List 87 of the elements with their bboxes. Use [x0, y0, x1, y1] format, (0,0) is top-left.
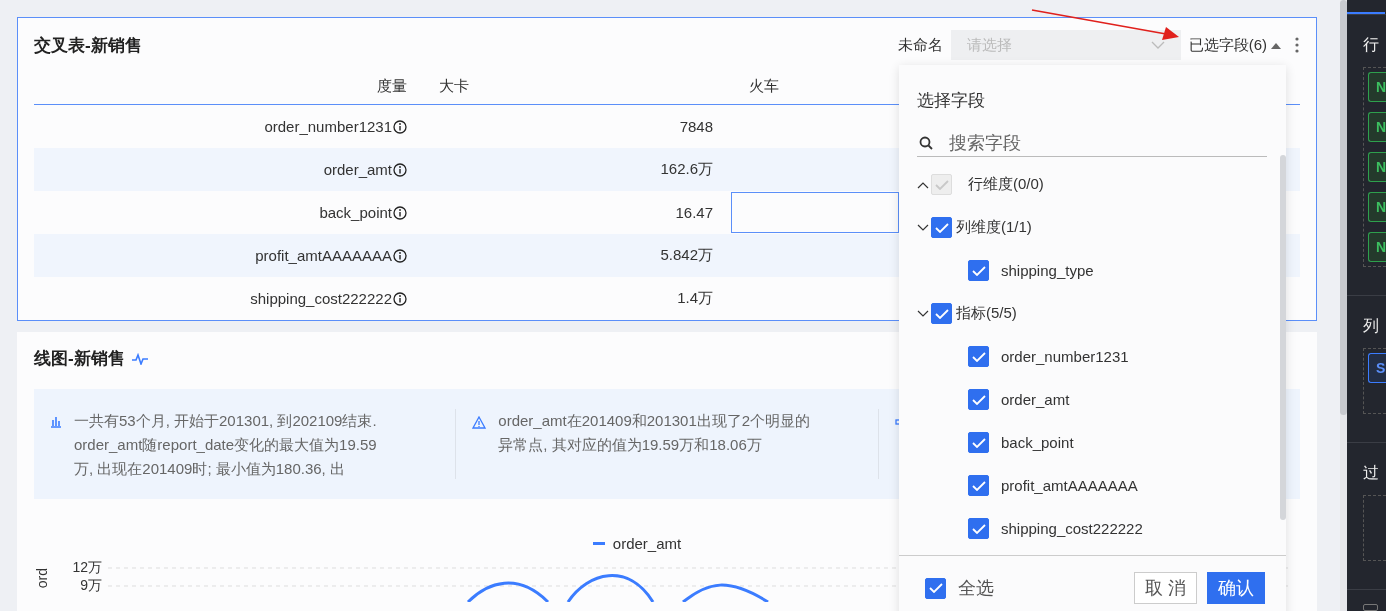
- field-tag[interactable]: N: [1367, 192, 1386, 223]
- table-cell: order_amt: [323, 161, 392, 178]
- caret-icon: [1271, 41, 1281, 49]
- insight-text: order_amt在201409和201301出现了2个明显的异常点, 其对应的值为19.59万和18.06万: [498, 411, 812, 456]
- checkbox[interactable]: [968, 475, 989, 496]
- bar-chart-icon: [50, 416, 62, 429]
- checkbox[interactable]: [931, 217, 952, 238]
- info-icon: [393, 162, 407, 177]
- name-label: 未命名: [897, 35, 943, 55]
- axis-tick-label: 9万: [80, 576, 102, 595]
- warning-icon: [472, 416, 487, 430]
- field-label: back_point: [1001, 434, 1074, 451]
- more-icon[interactable]: [1295, 37, 1299, 53]
- popover-title: 选择字段: [917, 90, 986, 112]
- field-tag[interactable]: N: [1367, 112, 1386, 143]
- line-chart-icon: [130, 352, 149, 365]
- field-label: profit_amtAAAAAAA: [1001, 477, 1138, 494]
- field-tag[interactable]: S: [1367, 353, 1386, 384]
- field-label: order_amt: [1001, 391, 1070, 408]
- axis-title: ord: [34, 568, 50, 589]
- info-icon: [393, 205, 407, 220]
- tab-indicator: [1346, 12, 1385, 15]
- checkbox[interactable]: [931, 303, 952, 324]
- table-cell: order_number1231: [264, 118, 392, 135]
- checkbox[interactable]: [968, 518, 989, 539]
- table-cell-text: 16.47: [674, 204, 714, 221]
- check-icon: [928, 583, 943, 593]
- section-label: 过: [1362, 463, 1380, 484]
- checkbox[interactable]: [968, 346, 989, 367]
- table-cell-text: 162.6万: [659, 160, 714, 179]
- section-label: 行: [1362, 35, 1380, 56]
- check-icon: [971, 437, 986, 448]
- column-header: 大卡: [438, 76, 470, 96]
- chevron-down-icon[interactable]: [917, 223, 929, 232]
- check-icon: [934, 222, 949, 233]
- legend-label: order_amt: [612, 535, 682, 553]
- selected-fields-button[interactable]: 已选字段(6): [1188, 35, 1281, 55]
- field-label: order_number1231: [1001, 348, 1129, 365]
- table-cell-text: 5.842万: [659, 246, 714, 265]
- search-field[interactable]: 搜索字段: [949, 132, 1249, 154]
- checkbox[interactable]: [1362, 604, 1378, 611]
- search-icon: [919, 136, 933, 150]
- drop-zone[interactable]: N N N N N: [1362, 67, 1386, 268]
- card-title: 线图-新销售: [34, 348, 125, 371]
- scrollbar-thumb[interactable]: [1340, 0, 1347, 415]
- check-icon: [971, 480, 986, 491]
- confirm-button[interactable]: 确认: [1207, 572, 1265, 604]
- group-label: 指标(5/5): [956, 304, 1017, 323]
- checkbox[interactable]: [968, 260, 989, 281]
- drop-zone[interactable]: S: [1362, 348, 1386, 415]
- axis-tick-label: 12万: [72, 558, 102, 577]
- table-cell-text: 7848: [678, 118, 714, 135]
- legend-marker: [592, 542, 605, 546]
- check-icon: [934, 308, 949, 319]
- checkbox[interactable]: [968, 432, 989, 453]
- field-tag[interactable]: N: [1367, 232, 1386, 263]
- column-header: 度量: [376, 76, 407, 96]
- checkbox[interactable]: [925, 577, 946, 599]
- chevron-down-icon: [1150, 41, 1165, 49]
- table-cell: profit_amtAAAAAAA: [255, 247, 392, 264]
- checkbox[interactable]: [968, 389, 989, 410]
- field-label: shipping_type: [1001, 262, 1094, 279]
- table-cell: back_point: [319, 204, 392, 221]
- selected-cell[interactable]: [731, 192, 899, 233]
- check-icon: [934, 179, 949, 190]
- info-icon: [393, 119, 407, 134]
- insight-text: 一共有53个月, 开始于201301, 到202109结束. order_amt随report_date变化的最大值为19.59万, 出现在201409时; 最小值为180.36, 出: [74, 411, 378, 480]
- table-cell-text: 1.4万: [676, 289, 714, 308]
- group-label: 行维度(0/0): [968, 175, 1044, 194]
- field-label: shipping_cost222222: [1001, 520, 1143, 537]
- table-cell: shipping_cost222222: [250, 290, 392, 307]
- info-icon: [393, 248, 407, 263]
- cancel-button[interactable]: 取 消: [1134, 572, 1197, 604]
- field-tag[interactable]: N: [1367, 152, 1386, 183]
- card-title: 交叉表-新销售: [34, 34, 142, 57]
- group-label: 列维度(1/1): [956, 218, 1032, 237]
- section-label: 列: [1362, 316, 1380, 337]
- check-icon: [971, 351, 986, 362]
- chevron-down-icon[interactable]: [917, 309, 929, 318]
- column-header: 火车: [748, 76, 780, 96]
- info-icon: [393, 291, 407, 306]
- check-icon: [971, 394, 986, 405]
- field-tag[interactable]: N: [1367, 72, 1386, 103]
- check-icon: [971, 265, 986, 276]
- select-all-label: 全选: [958, 577, 995, 600]
- scrollbar-thumb[interactable]: [1280, 155, 1286, 520]
- check-icon: [971, 523, 986, 534]
